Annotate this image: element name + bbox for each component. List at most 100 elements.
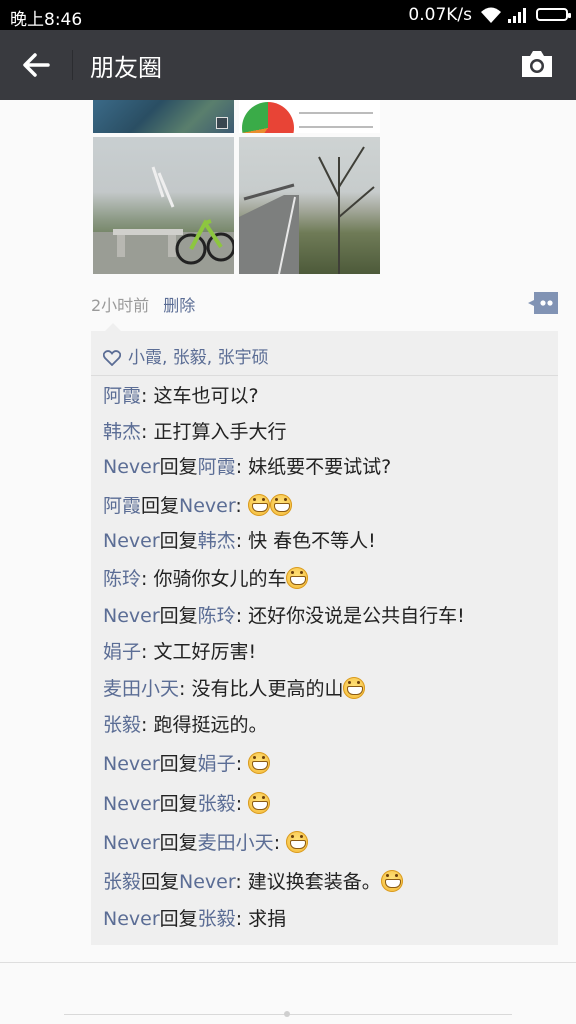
grin-emoji-icon <box>343 676 366 699</box>
grin-emoji-icon <box>248 751 271 774</box>
comment-text: : <box>235 495 248 517</box>
reply-target[interactable]: 张毅 <box>198 793 236 815</box>
reply-target[interactable]: Never <box>179 495 235 517</box>
likes-divider <box>91 375 558 376</box>
comment-item[interactable]: 陈玲: 你骑你女儿的车 <box>103 566 309 592</box>
comment-text: : 还好你没说是公共自行车! <box>235 605 465 627</box>
comment-text: : 这车也可以? <box>141 385 259 407</box>
comment-author[interactable]: 陈玲 <box>103 568 141 590</box>
reply-word: 回复 <box>159 793 198 815</box>
comment-text: : <box>235 793 249 815</box>
comment-author[interactable]: 张毅 <box>103 714 141 736</box>
grin-emoji-icon <box>380 869 403 892</box>
comment-text: : 跑得挺远的。 <box>141 714 268 736</box>
wifi-icon <box>481 7 501 23</box>
page-title: 朋友圈 <box>90 54 162 82</box>
reply-target[interactable]: 娟子 <box>198 753 236 775</box>
reply-target[interactable]: 阿霞 <box>198 456 236 478</box>
comment-item[interactable]: Never回复韩杰: 快 春色不等人! <box>103 528 376 554</box>
feed-end-indicator <box>64 1011 512 1017</box>
arrow-left-icon[interactable] <box>18 48 54 82</box>
reply-word: 回复 <box>159 753 198 775</box>
road-scene <box>239 146 375 274</box>
comment-author[interactable]: Never <box>103 908 160 930</box>
comment-author[interactable]: Never <box>103 832 160 854</box>
comment-text: : 你骑你女儿的车 <box>141 568 287 590</box>
comment-author[interactable]: 麦田小天 <box>103 678 179 700</box>
road-photo[interactable] <box>239 137 380 274</box>
heart-icon <box>103 350 121 366</box>
comment-author[interactable]: 张毅 <box>103 871 141 893</box>
map-screenshot[interactable] <box>93 100 234 133</box>
moments-feed[interactable]: 2小时前 删除 小霞, 张毅, 张宇硕 阿霞: 这车也可以? 韩杰: 正打算入手大行… <box>0 100 576 1024</box>
reply-word: 回复 <box>159 605 198 627</box>
reply-word: 回复 <box>141 871 180 893</box>
comment-text: : 妹纸要不要试试? <box>235 456 392 478</box>
signal-icon <box>508 8 526 23</box>
comment-author[interactable]: Never <box>103 530 160 552</box>
comment-more-icon[interactable] <box>528 292 558 314</box>
comment-author[interactable]: Never <box>103 605 160 627</box>
reply-target[interactable]: 张毅 <box>198 908 236 930</box>
appbar-divider <box>72 50 73 80</box>
expand-icon <box>216 117 228 129</box>
reply-target[interactable]: Never <box>179 871 235 893</box>
bicycle-scene <box>93 166 234 274</box>
comment-item[interactable]: 娟子: 文工好厉害! <box>103 639 256 665</box>
app-bar: 朋友圈 <box>0 30 576 100</box>
comment-text: : 建议换套装备。 <box>235 871 381 893</box>
post-meta: 2小时前 删除 <box>91 292 195 316</box>
comment-text: : 快 春色不等人! <box>235 530 376 552</box>
comment-item[interactable]: 阿霞: 这车也可以? <box>103 383 259 409</box>
gauge-chart <box>242 102 294 133</box>
likes-names[interactable]: 小霞, 张毅, 张宇硕 <box>128 348 269 368</box>
status-time: 晚上8:46 <box>10 10 83 30</box>
comment-author[interactable]: Never <box>103 456 160 478</box>
comment-item[interactable]: Never回复张毅: 求捐 <box>103 906 286 932</box>
delete-link[interactable]: 删除 <box>163 296 195 315</box>
bicycle-plaza-photo[interactable] <box>93 137 234 274</box>
post-time: 2小时前 <box>91 296 150 315</box>
stats-row <box>299 126 373 128</box>
comment-author[interactable]: Never <box>103 793 160 815</box>
camera-icon[interactable] <box>520 48 554 80</box>
grin-emoji-icon <box>269 493 292 516</box>
status-bar: 晚上8:46 0.07K/s <box>0 0 576 30</box>
comment-item[interactable]: Never回复张毅: <box>103 791 271 817</box>
comment-author[interactable]: 娟子 <box>103 641 141 663</box>
comment-item[interactable]: 麦田小天: 没有比人更高的山 <box>103 676 366 702</box>
stats-row <box>299 112 373 114</box>
feed-end-dot <box>284 1011 290 1017</box>
comment-author[interactable]: 阿霞 <box>103 385 141 407</box>
reply-target[interactable]: 陈玲 <box>198 605 236 627</box>
reply-word: 回复 <box>159 530 198 552</box>
comment-text: : <box>273 832 287 854</box>
network-speed: 0.07K/s <box>408 5 472 25</box>
reply-word: 回复 <box>159 456 198 478</box>
grin-emoji-icon <box>286 830 309 853</box>
comment-text: : 正打算入手大行 <box>141 421 287 443</box>
grin-emoji-icon <box>247 493 270 516</box>
comment-item[interactable]: Never回复麦田小天: <box>103 830 309 856</box>
battery-icon <box>536 8 571 21</box>
post-divider <box>0 962 576 963</box>
reply-target[interactable]: 韩杰 <box>198 530 236 552</box>
comment-item[interactable]: Never回复娟子: <box>103 751 271 777</box>
comment-author[interactable]: 韩杰 <box>103 421 141 443</box>
comment-item[interactable]: 阿霞回复Never: <box>103 493 292 519</box>
grin-emoji-icon <box>248 791 271 814</box>
comment-text: : 没有比人更高的山 <box>179 678 344 700</box>
comment-author[interactable]: Never <box>103 753 160 775</box>
grin-emoji-icon <box>286 566 309 589</box>
comment-author[interactable]: 阿霞 <box>103 495 141 517</box>
stats-screenshot[interactable] <box>239 100 380 133</box>
comment-item[interactable]: Never回复阿霞: 妹纸要不要试试? <box>103 454 391 480</box>
comment-item[interactable]: 张毅: 跑得挺远的。 <box>103 712 267 738</box>
comment-item[interactable]: 张毅回复Never: 建议换套装备。 <box>103 869 403 895</box>
reply-word: 回复 <box>141 495 180 517</box>
interaction-box: 小霞, 张毅, 张宇硕 阿霞: 这车也可以? 韩杰: 正打算入手大行 Never回复… <box>91 323 558 945</box>
comment-item[interactable]: Never回复陈玲: 还好你没说是公共自行车! <box>103 603 465 629</box>
comment-item[interactable]: 韩杰: 正打算入手大行 <box>103 419 286 445</box>
likes-row: 小霞, 张毅, 张宇硕 <box>103 343 269 368</box>
reply-target[interactable]: 麦田小天 <box>198 832 274 854</box>
